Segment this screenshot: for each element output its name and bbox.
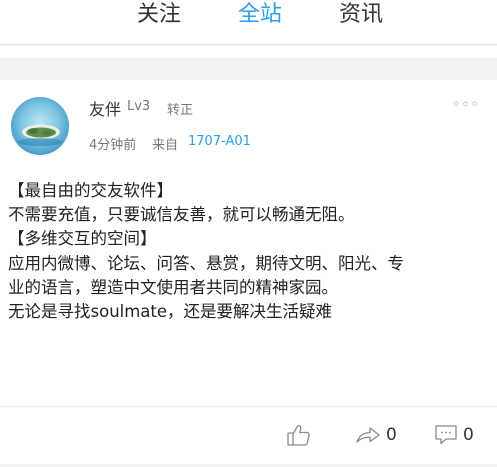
user-status-badge: 转正: [167, 103, 194, 118]
comment-count: 0: [463, 425, 474, 445]
post-actions: 0 0: [0, 416, 497, 456]
share-icon[interactable]: [355, 425, 381, 449]
post-line: 业的语言，塑造中文使用者共同的精神家园。: [8, 277, 338, 297]
tab-following[interactable]: 关注: [137, 0, 181, 30]
source-label: 来自: [152, 138, 179, 153]
post-line: 应用内微博、论坛、问答、悬赏，期待文明、阳光、专: [8, 253, 404, 273]
post-content[interactable]: 【最自由的交友软件】 不需要充值，只要诚信友善，就可以畅通无阻。 【多维交互的空…: [8, 179, 492, 324]
post-line: 不需要充值，只要诚信友善，就可以畅通无阻。: [8, 205, 355, 225]
user-level: Lv3: [127, 99, 151, 114]
source-link[interactable]: 1707-A01: [188, 134, 251, 149]
tab-all-site[interactable]: 全站: [238, 0, 282, 30]
more-options-icon[interactable]: ◦◦◦: [452, 97, 480, 113]
island-avatar-image: [11, 97, 69, 155]
share-count: 0: [386, 425, 397, 445]
username[interactable]: 友伴: [89, 96, 121, 120]
thumbs-up-icon[interactable]: [286, 422, 312, 452]
divider: [0, 406, 497, 407]
post-time: 4分钟前: [89, 138, 137, 153]
tab-news[interactable]: 资讯: [339, 0, 383, 30]
top-tab-bar: 关注 全站 资讯: [0, 0, 497, 45]
post-line: 无论是寻找soulmate，还是要解决生活疑难: [8, 302, 333, 322]
avatar[interactable]: [11, 97, 69, 155]
post-line: 【最自由的交友软件】: [8, 181, 173, 200]
comment-icon[interactable]: [434, 424, 458, 450]
post-card[interactable]: 友伴 Lv3 转正 ◦◦◦ 4分钟前 来自 1707-A01 【最自由的交友软件…: [0, 80, 497, 467]
section-gap: [0, 58, 497, 80]
post-line: 【多维交互的空间】: [8, 229, 157, 249]
